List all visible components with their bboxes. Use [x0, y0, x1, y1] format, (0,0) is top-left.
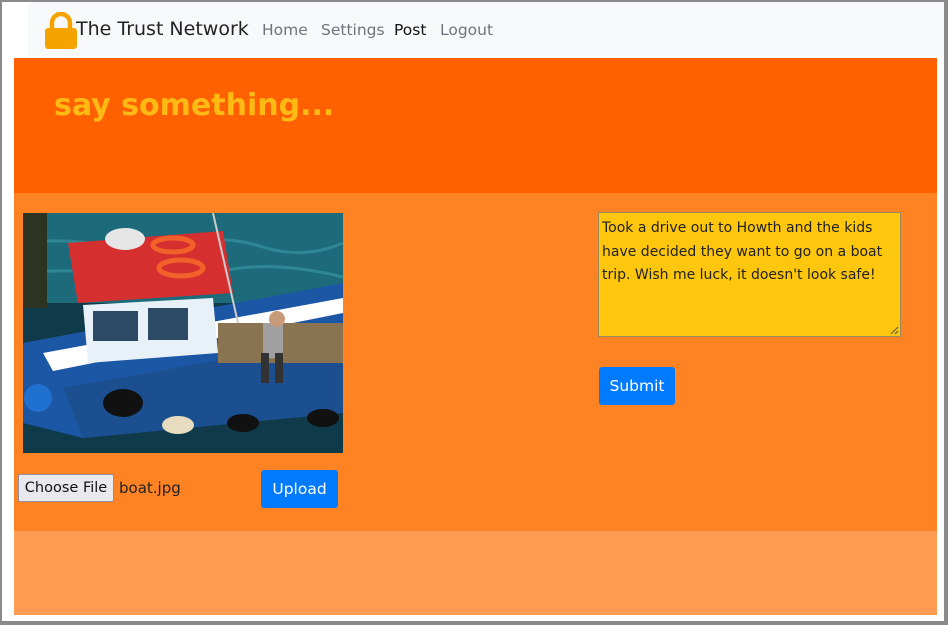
page-header: say something... — [14, 58, 937, 193]
choose-file-button[interactable]: Choose File — [18, 474, 114, 502]
resize-grip-icon[interactable] — [890, 326, 899, 335]
selected-file-name: boat.jpg — [119, 479, 181, 497]
submit-button[interactable]: Submit — [599, 367, 675, 405]
nav-link-post[interactable]: Post — [394, 21, 426, 39]
nav-link-home[interactable]: Home — [262, 21, 308, 39]
page-title: say something... — [54, 88, 335, 123]
brand-name[interactable]: The Trust Network — [76, 18, 249, 40]
upload-button[interactable]: Upload — [261, 470, 338, 508]
post-text-input[interactable]: Took a drive out to Howth and the kids h… — [598, 212, 901, 337]
nav-link-settings[interactable]: Settings — [321, 21, 385, 39]
footer-band — [14, 531, 937, 615]
uploaded-image-preview — [23, 213, 343, 453]
padlock-icon — [45, 12, 77, 49]
nav-link-logout[interactable]: Logout — [440, 21, 493, 39]
